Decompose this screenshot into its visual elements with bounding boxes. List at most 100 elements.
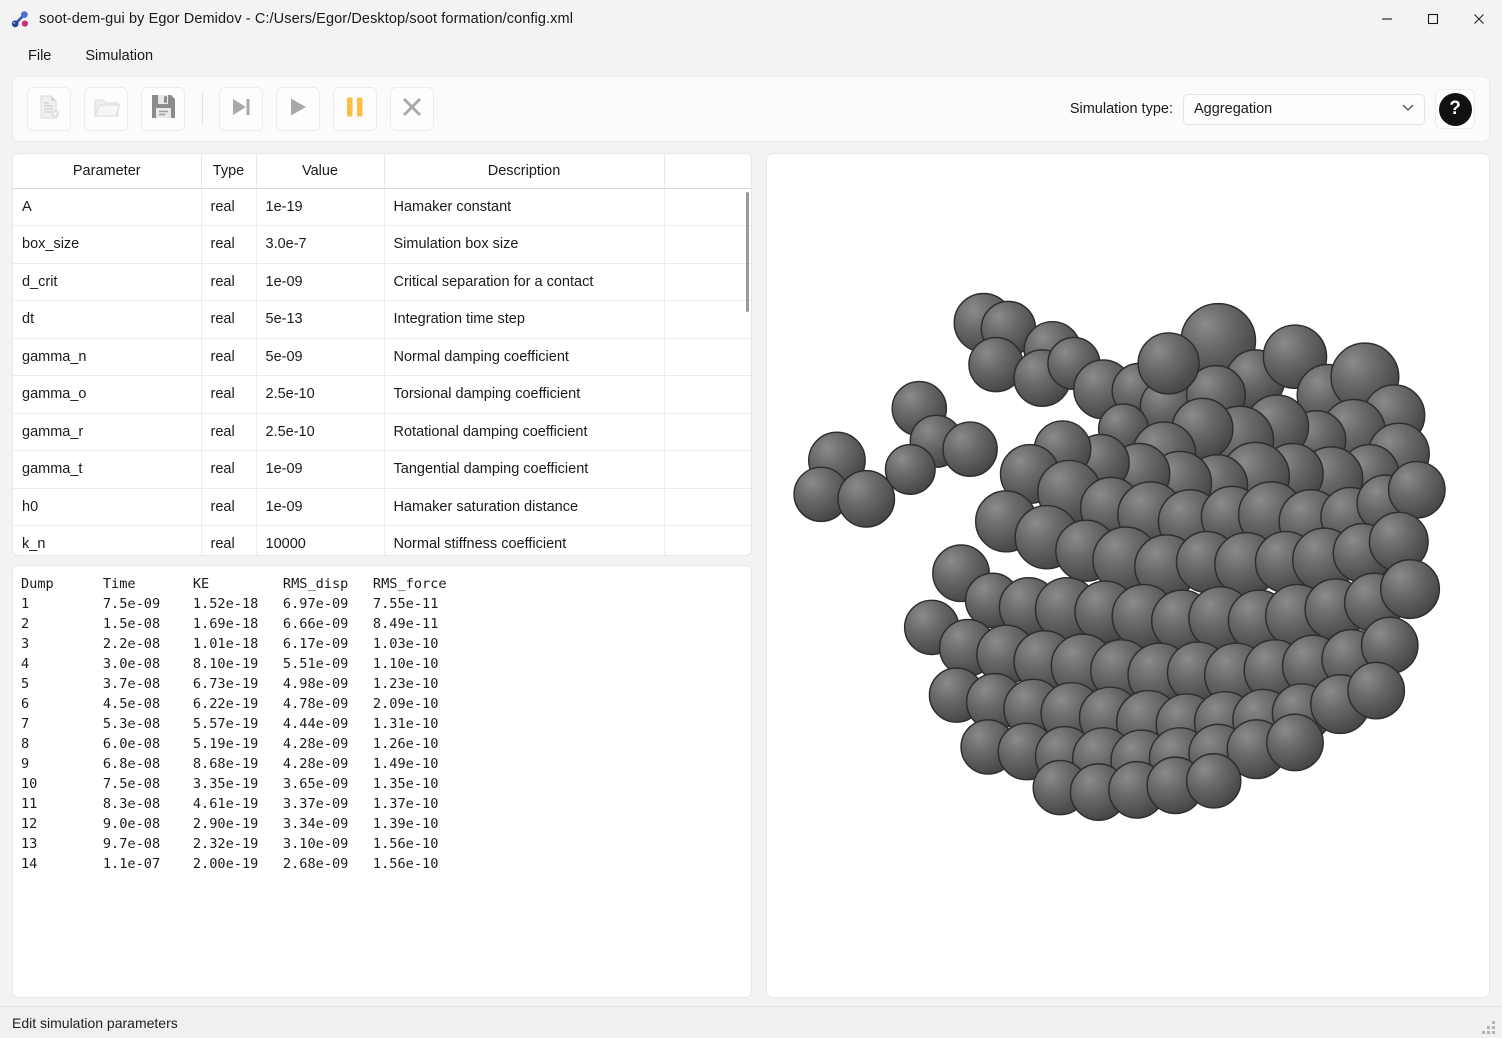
table-row[interactable]: h0 real 1e-09 Hamaker saturation distanc… (13, 488, 751, 526)
particle-sphere (837, 469, 896, 528)
particle-aggregate-3d-view[interactable] (766, 153, 1490, 998)
column-header-parameter[interactable]: Parameter (13, 154, 202, 189)
title-bar: soot-dem-gui by Egor Demidov - C:/Users/… (0, 0, 1502, 38)
cell-parameter: gamma_n (13, 338, 202, 376)
menu-simulation[interactable]: Simulation (71, 43, 167, 69)
cell-type: real (201, 263, 257, 301)
status-text: Edit simulation parameters (12, 1014, 178, 1031)
toolbar-separator (202, 92, 203, 126)
particle-sphere (1347, 661, 1406, 720)
maximize-button[interactable] (1410, 0, 1456, 38)
column-header-type[interactable]: Type (201, 154, 257, 189)
close-x-icon (400, 95, 424, 124)
cell-description: Normal stiffness coefficient (384, 525, 665, 555)
aggregate-canvas (793, 292, 1446, 822)
particle-sphere (1379, 558, 1441, 620)
table-row[interactable]: k_n real 10000 Normal stiffness coeffici… (13, 525, 751, 555)
cell-type: real (201, 375, 257, 414)
left-column: Parameter Type Value Description A real … (12, 153, 752, 1006)
window-title: soot-dem-gui by Egor Demidov - C:/Users/… (39, 11, 574, 27)
menu-file[interactable]: File (14, 43, 65, 69)
column-header-description[interactable]: Description (384, 154, 665, 189)
cell-value[interactable]: 3.0e-7 (256, 225, 385, 264)
help-label: ? (1438, 92, 1472, 126)
play-button[interactable] (276, 87, 320, 131)
cell-value[interactable]: 1e-09 (256, 450, 385, 489)
cell-filler (664, 488, 751, 526)
cell-filler (664, 413, 751, 451)
table-row[interactable]: d_crit real 1e-09 Critical separation fo… (13, 263, 751, 301)
particle-sphere (884, 443, 936, 496)
cell-parameter: box_size (13, 225, 202, 264)
new-file-button[interactable] (27, 87, 71, 131)
cell-type: real (201, 450, 257, 489)
pause-button[interactable] (333, 87, 377, 131)
open-folder-icon (93, 94, 121, 125)
cell-type: real (201, 225, 257, 264)
cell-description: Torsional damping coefficient (384, 375, 665, 414)
cell-value[interactable]: 5e-13 (256, 300, 385, 339)
close-button[interactable] (1456, 0, 1502, 38)
parameter-table: Parameter Type Value Description A real … (13, 154, 751, 555)
table-row[interactable]: gamma_o real 2.5e-10 Torsional damping c… (13, 375, 751, 414)
open-file-button[interactable] (84, 87, 128, 131)
log-output-text: Dump Time KE RMS_disp RMS_force 1 7.5e-0… (21, 576, 447, 872)
toolbar-container: Simulation type: Aggregation ? (0, 73, 1502, 145)
play-icon (286, 95, 310, 124)
cell-type: real (201, 413, 257, 451)
particle-sphere (1266, 713, 1324, 772)
cell-type: real (201, 300, 257, 339)
table-row[interactable]: gamma_n real 5e-09 Normal damping coeffi… (13, 338, 751, 376)
cell-value[interactable]: 1e-09 (256, 263, 385, 301)
minimize-button[interactable] (1364, 0, 1410, 38)
simulation-type-value: Aggregation (1194, 101, 1273, 117)
cell-value[interactable]: 2.5e-10 (256, 375, 385, 414)
particle-sphere (1387, 460, 1446, 519)
cell-description: Integration time step (384, 300, 665, 339)
help-button[interactable]: ? (1435, 89, 1475, 129)
simulation-type-select[interactable]: Aggregation (1183, 93, 1425, 125)
cell-type: real (201, 188, 257, 226)
table-row[interactable]: gamma_t real 1e-09 Tangential damping co… (13, 450, 751, 489)
menu-bar: File Simulation (0, 38, 1502, 73)
cell-filler (664, 450, 751, 489)
cell-type: real (201, 338, 257, 376)
table-row[interactable]: gamma_r real 2.5e-10 Rotational damping … (13, 413, 751, 451)
new-document-icon (36, 94, 62, 125)
step-button[interactable] (219, 87, 263, 131)
column-header-value[interactable]: Value (256, 154, 385, 189)
cell-parameter: h0 (13, 488, 202, 526)
cell-parameter: dt (13, 300, 202, 339)
resize-grip[interactable] (1480, 1017, 1498, 1035)
table-header-row: Parameter Type Value Description (13, 154, 751, 189)
chevron-down-icon (1400, 99, 1416, 119)
table-row[interactable]: box_size real 3.0e-7 Simulation box size (13, 225, 751, 264)
stop-button[interactable] (390, 87, 434, 131)
cell-value[interactable]: 2.5e-10 (256, 413, 385, 451)
cell-value[interactable]: 1e-09 (256, 488, 385, 526)
particle-sphere (1137, 332, 1200, 395)
cell-filler (664, 300, 751, 339)
main-content: Parameter Type Value Description A real … (0, 145, 1502, 1006)
status-bar: Edit simulation parameters (0, 1006, 1502, 1038)
cell-parameter: A (13, 188, 202, 226)
cell-parameter: gamma_t (13, 450, 202, 489)
window-controls (1364, 0, 1502, 38)
table-row[interactable]: dt real 5e-13 Integration time step (13, 300, 751, 339)
cell-value[interactable]: 10000 (256, 525, 385, 555)
step-forward-icon (229, 95, 253, 124)
cell-filler (664, 338, 751, 376)
cell-filler (664, 525, 751, 555)
cell-description: Hamaker saturation distance (384, 488, 665, 526)
table-row[interactable]: A real 1e-19 Hamaker constant (13, 188, 751, 226)
cell-value[interactable]: 1e-19 (256, 188, 385, 226)
save-file-button[interactable] (141, 87, 185, 131)
table-scrollbar[interactable] (746, 192, 749, 312)
cell-description: Hamaker constant (384, 188, 665, 226)
particle-sphere (942, 421, 998, 477)
cell-type: real (201, 488, 257, 526)
cell-parameter: k_n (13, 525, 202, 555)
simulation-type-group: Simulation type: Aggregation ? (1070, 89, 1479, 129)
cell-value[interactable]: 5e-09 (256, 338, 385, 376)
log-output-panel[interactable]: Dump Time KE RMS_disp RMS_force 1 7.5e-0… (12, 565, 752, 998)
